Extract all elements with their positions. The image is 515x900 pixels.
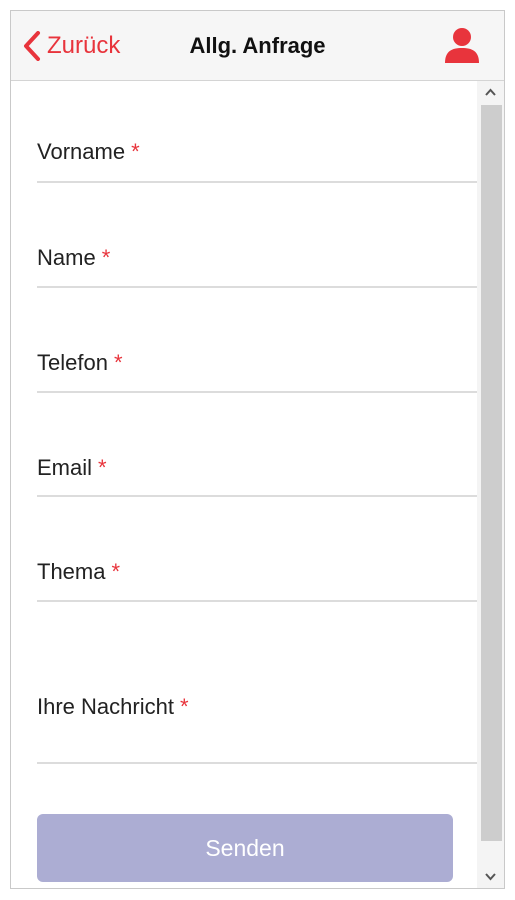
name-label: Name *	[37, 245, 110, 271]
email-label: Email *	[37, 455, 107, 481]
required-marker: *	[179, 694, 189, 719]
required-marker: *	[113, 350, 123, 375]
chevron-down-icon	[485, 873, 496, 881]
telefon-label-text: Telefon	[37, 350, 108, 375]
name-field[interactable]: Name *	[37, 183, 477, 288]
send-button[interactable]: Senden	[37, 814, 453, 882]
required-marker: *	[101, 245, 111, 270]
thema-label: Thema *	[37, 559, 120, 585]
name-label-text: Name	[37, 245, 96, 270]
thema-label-text: Thema	[37, 559, 106, 584]
scrollbar-thumb[interactable]	[481, 105, 502, 841]
page-title: Allg. Anfrage	[189, 33, 326, 58]
email-label-text: Email	[37, 455, 93, 480]
telefon-field[interactable]: Telefon *	[37, 288, 477, 393]
vorname-label-text: Vorname	[37, 139, 126, 164]
chevron-up-icon	[485, 88, 496, 96]
scroll-down-button[interactable]	[477, 866, 504, 888]
nachricht-field[interactable]: Ihre Nachricht *	[37, 602, 477, 764]
required-marker: *	[111, 559, 121, 584]
scroll-up-button[interactable]	[477, 81, 504, 103]
required-marker: *	[98, 455, 107, 480]
app-window: Zurück Allg. Anfrage Vorname * Name * Tele…	[10, 10, 505, 889]
user-icon	[445, 28, 479, 63]
form-content: Vorname * Name * Telefon * Email * Thema *	[11, 81, 477, 888]
scrollbar[interactable]	[477, 81, 504, 888]
header-bar: Zurück Allg. Anfrage	[11, 11, 504, 81]
nachricht-label-text: Ihre Nachricht	[37, 694, 174, 719]
user-button[interactable]	[444, 27, 480, 65]
nachricht-label: Ihre Nachricht *	[37, 694, 189, 720]
telefon-label: Telefon *	[37, 350, 123, 376]
required-marker: *	[131, 139, 140, 164]
vorname-field[interactable]: Vorname *	[37, 81, 477, 183]
vorname-label: Vorname *	[37, 139, 140, 165]
email-field[interactable]: Email *	[37, 393, 477, 497]
thema-field[interactable]: Thema *	[37, 497, 477, 602]
